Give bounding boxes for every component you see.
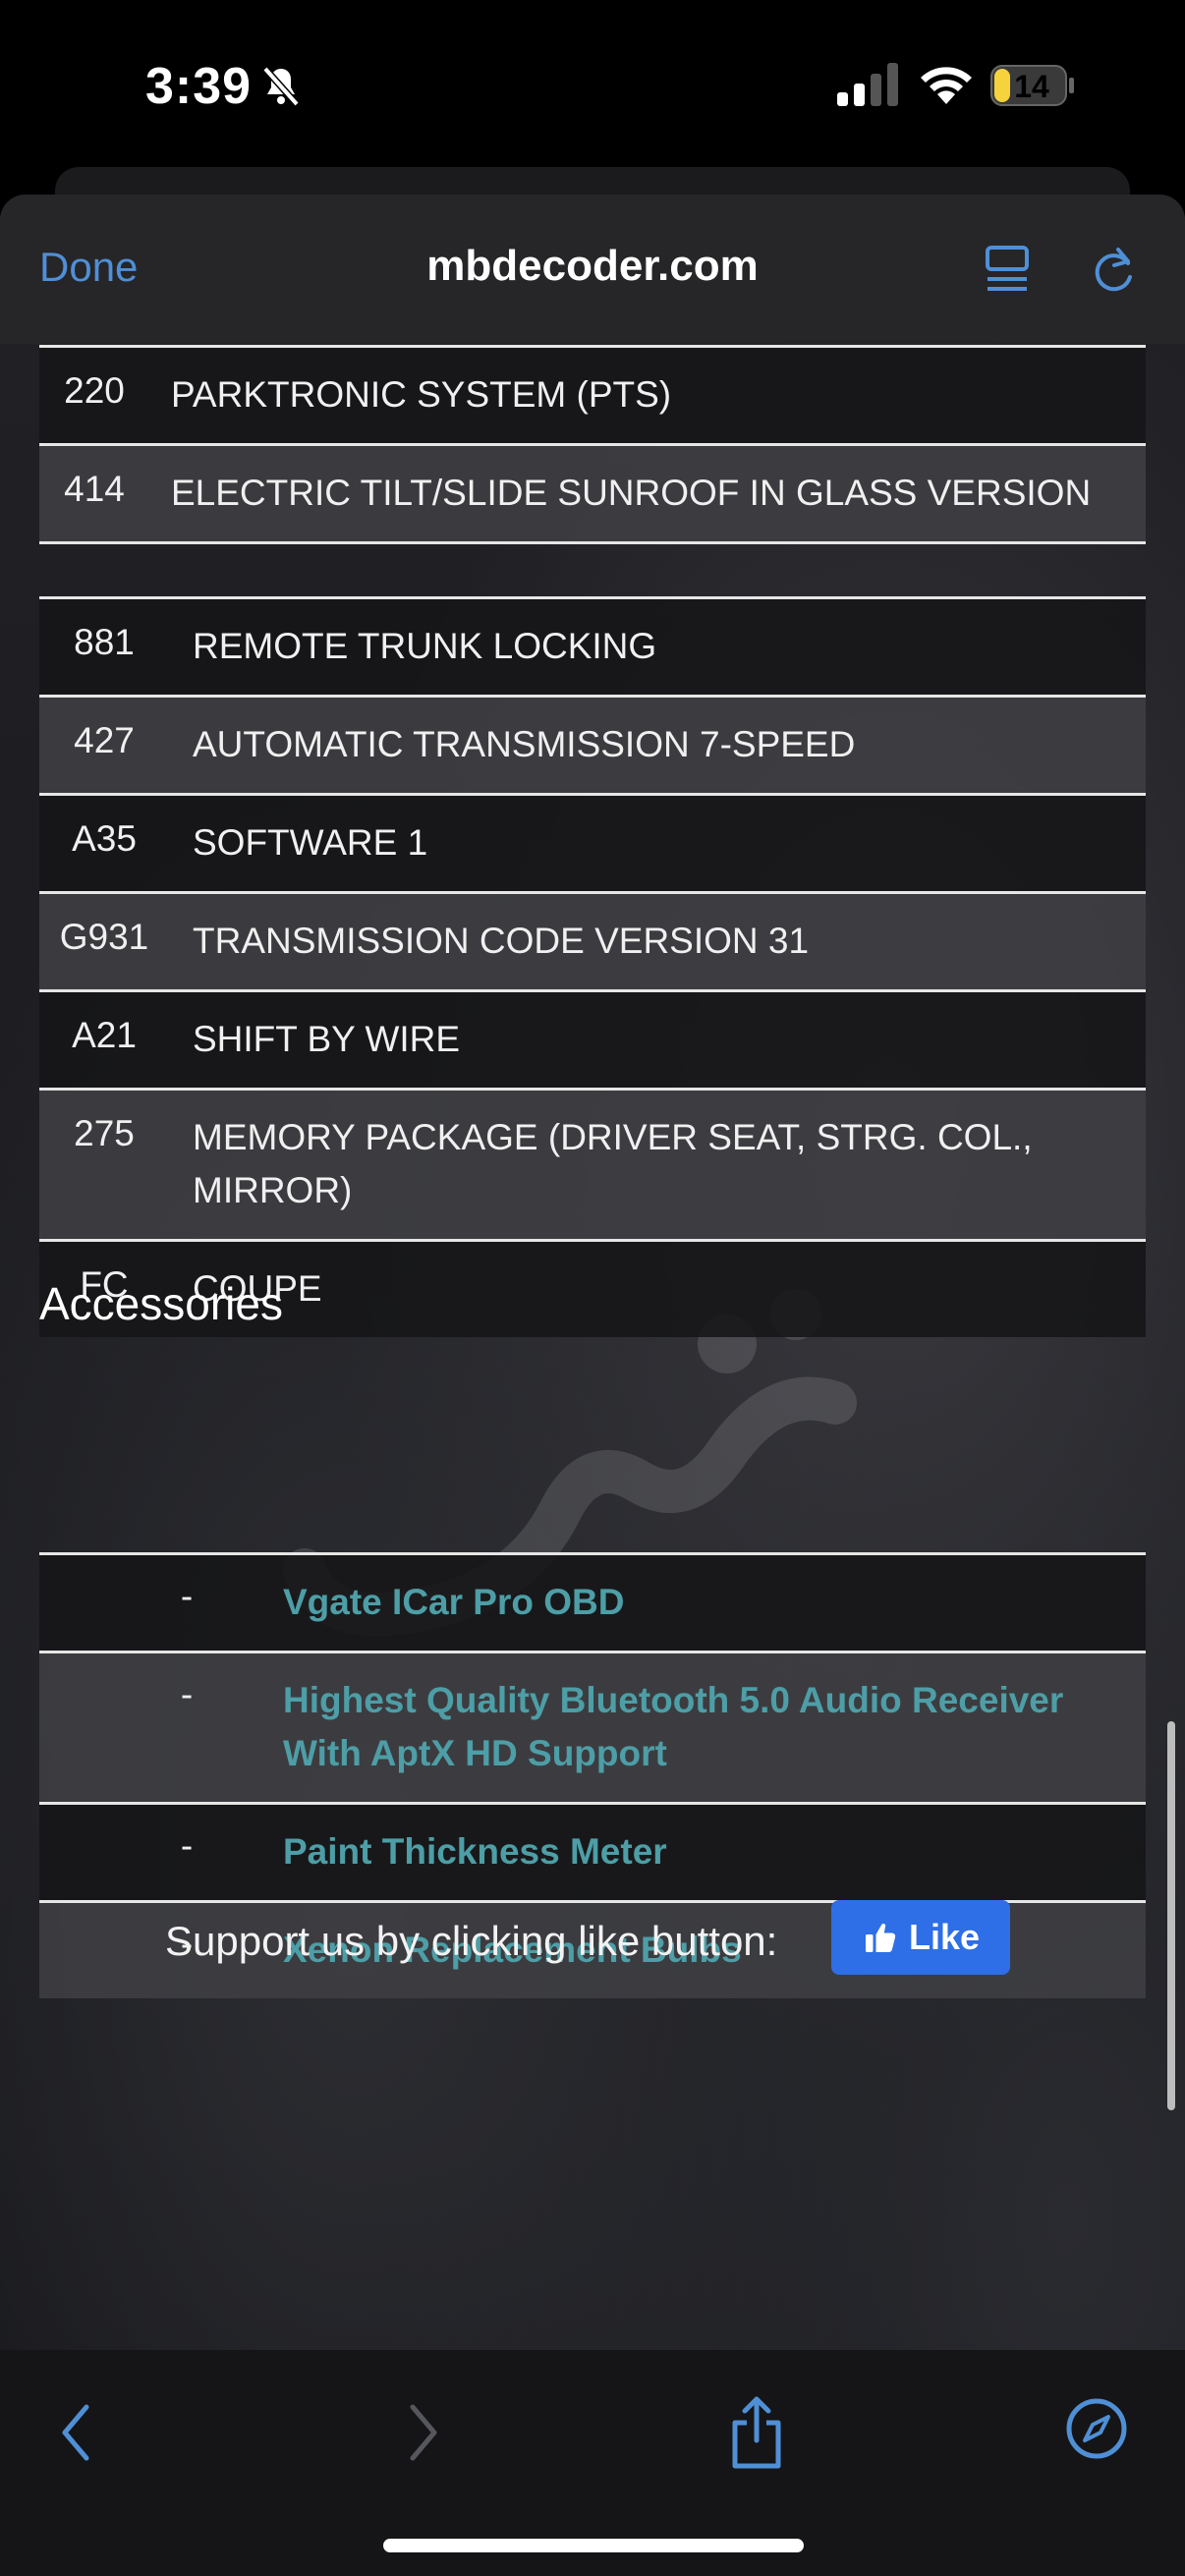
like-button[interactable]: Like [831,1900,1010,1975]
option-description: AUTOMATIC TRANSMISSION 7-SPEED [193,724,856,764]
option-code: 414 [64,469,125,509]
options-table-bottom: 881 REMOTE TRUNK LOCKING 427 AUTOMATIC T… [39,596,1146,1337]
support-text: Support us by clicking like button: [165,1918,778,1964]
like-label: Like [908,1917,981,1957]
cellular-signal-icon [837,63,898,106]
bell-slash-icon [262,66,300,107]
back-arrow-icon[interactable] [57,2393,96,2472]
reload-icon[interactable] [1089,244,1138,297]
option-code: G931 [59,917,149,957]
option-description: REMOTE TRUNK LOCKING [193,626,657,666]
thumbs-up-icon [865,1924,896,1952]
table-row: A21 SHIFT BY WIRE [39,992,1146,1091]
wifi-icon [921,67,972,104]
share-icon[interactable] [727,2393,786,2472]
accessory-dash: - [180,1576,194,1616]
table-row: 427 AUTOMATIC TRANSMISSION 7-SPEED [39,698,1146,796]
option-code: 881 [74,622,135,662]
option-code: A35 [72,818,137,859]
option-code: 275 [74,1113,135,1153]
table-row: A35 SOFTWARE 1 [39,796,1146,894]
status-bar: 3:39 14 [0,0,1185,177]
option-description: TRANSMISSION CODE VERSION 31 [193,921,810,961]
battery-level: 14 [1014,69,1049,104]
accessories-heading: Accessories [39,1278,283,1329]
accessory-dash: - [180,1674,194,1714]
compass-icon[interactable] [1065,2397,1128,2460]
status-time: 3:39 [145,58,253,115]
option-description: PARKTRONIC SYSTEM (PTS) [171,374,672,415]
accessory-link[interactable]: Highest Quality Bluetooth 5.0 Audio Rece… [283,1674,1128,1780]
options-table-top: 220 PARKTRONIC SYSTEM (PTS) 414 ELECTRIC… [39,345,1146,544]
scrollbar[interactable] [1167,1721,1175,2110]
reader-mode-icon[interactable] [985,244,1032,297]
browser-navbar: Done mbdecoder.com [0,195,1185,344]
option-description: SHIFT BY WIRE [193,1019,461,1059]
option-description: SOFTWARE 1 [193,822,428,863]
option-code: 427 [74,720,135,760]
browser-sheet: Done mbdecoder.com [0,195,1185,2576]
table-row: G931 TRANSMISSION CODE VERSION 31 [39,894,1146,992]
table-row: 414 ELECTRIC TILT/SLIDE SUNROOF IN GLASS… [39,446,1146,544]
accessory-dash: - [180,1825,194,1866]
home-indicator[interactable] [383,2539,804,2552]
table-row: 220 PARKTRONIC SYSTEM (PTS) [39,348,1146,446]
table-row: 275 MEMORY PACKAGE (DRIVER SEAT, STRG. C… [39,1091,1146,1242]
option-description: COUPE [193,1268,322,1309]
table-row: 881 REMOTE TRUNK LOCKING [39,599,1146,698]
forward-arrow-icon[interactable] [403,2393,442,2472]
option-code: A21 [72,1015,137,1055]
option-description: MEMORY PACKAGE (DRIVER SEAT, STRG. COL.,… [193,1117,1033,1210]
table-row: - Vgate ICar Pro OBD [39,1555,1146,1653]
option-code: 220 [64,370,125,411]
option-description: ELECTRIC TILT/SLIDE SUNROOF IN GLASS VER… [171,473,1092,513]
accessory-link[interactable]: Paint Thickness Meter [283,1825,1128,1878]
table-row: - Paint Thickness Meter [39,1805,1146,1903]
accessory-link[interactable]: Vgate ICar Pro OBD [283,1576,1128,1629]
table-row: - Highest Quality Bluetooth 5.0 Audio Re… [39,1653,1146,1805]
